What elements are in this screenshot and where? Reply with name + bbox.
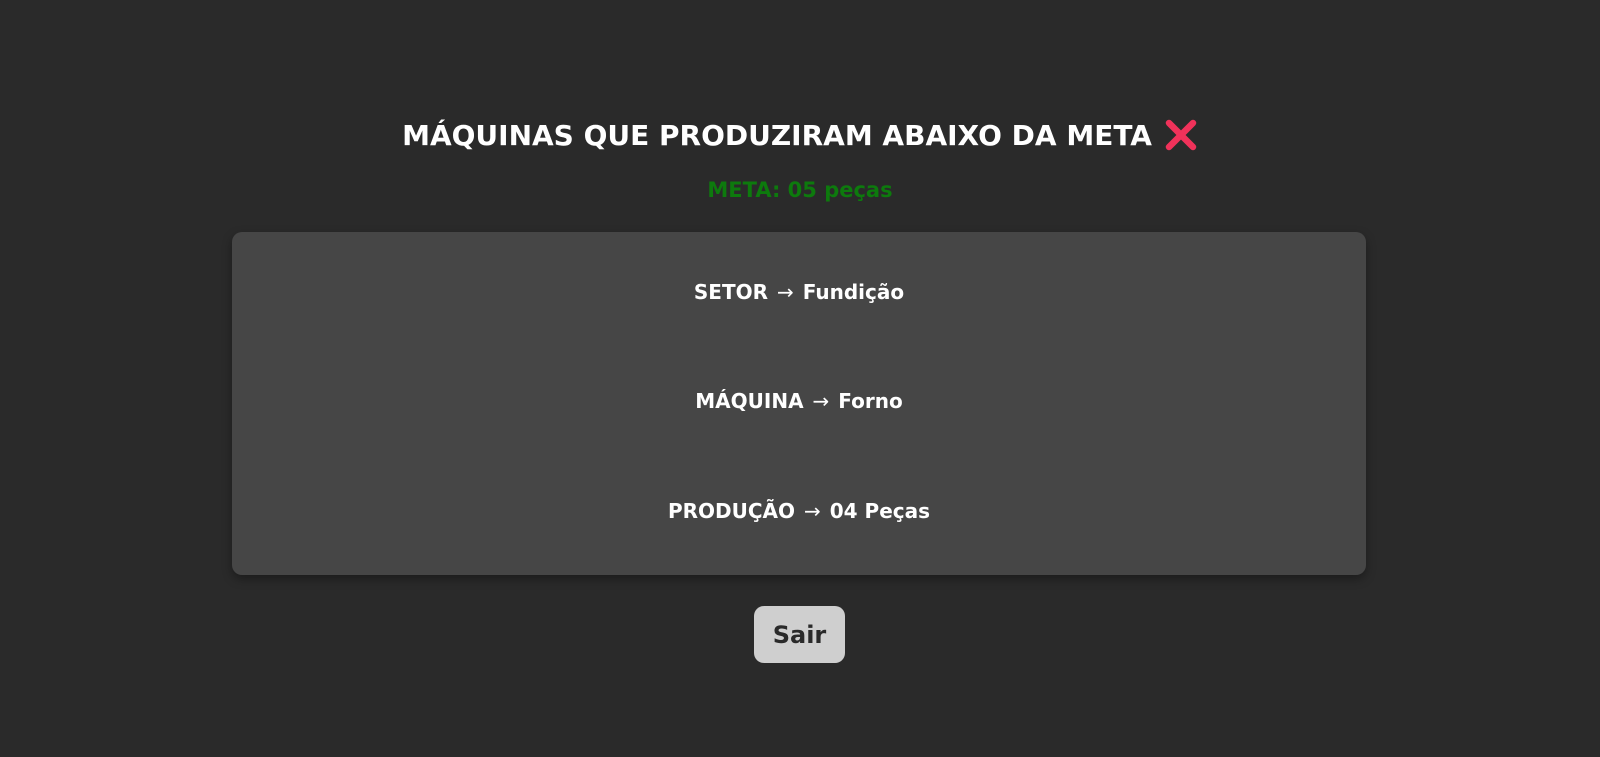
cross-mark-icon — [1164, 118, 1198, 152]
arrow-right-icon: → — [812, 389, 830, 413]
machine-row: MÁQUINA → Forno — [232, 389, 1366, 413]
machine-value: Forno — [838, 389, 903, 413]
arrow-right-icon: → — [804, 499, 821, 523]
exit-button[interactable]: Sair — [754, 606, 845, 663]
sector-row: SETOR → Fundição — [232, 280, 1366, 304]
production-label: PRODUÇÃO — [667, 499, 796, 523]
sector-value: Fundição — [802, 280, 905, 304]
production-row: PRODUÇÃO → 04 Peças — [232, 499, 1366, 523]
page-title: MÁQUINAS QUE PRODUZIRAM ABAIXO DA META — [402, 118, 1152, 152]
production-value: 04 Peças — [829, 499, 931, 523]
page: MÁQUINAS QUE PRODUZIRAM ABAIXO DA META M… — [0, 0, 1600, 757]
sector-label: SETOR — [693, 280, 768, 304]
title-row: MÁQUINAS QUE PRODUZIRAM ABAIXO DA META — [0, 118, 1600, 152]
machine-card: SETOR → Fundição MÁQUINA → Forno PRODUÇÃ… — [232, 232, 1366, 575]
machine-label: MÁQUINA — [695, 389, 804, 413]
arrow-right-icon: → — [776, 280, 794, 304]
goal-text: META: 05 peças — [707, 178, 893, 202]
